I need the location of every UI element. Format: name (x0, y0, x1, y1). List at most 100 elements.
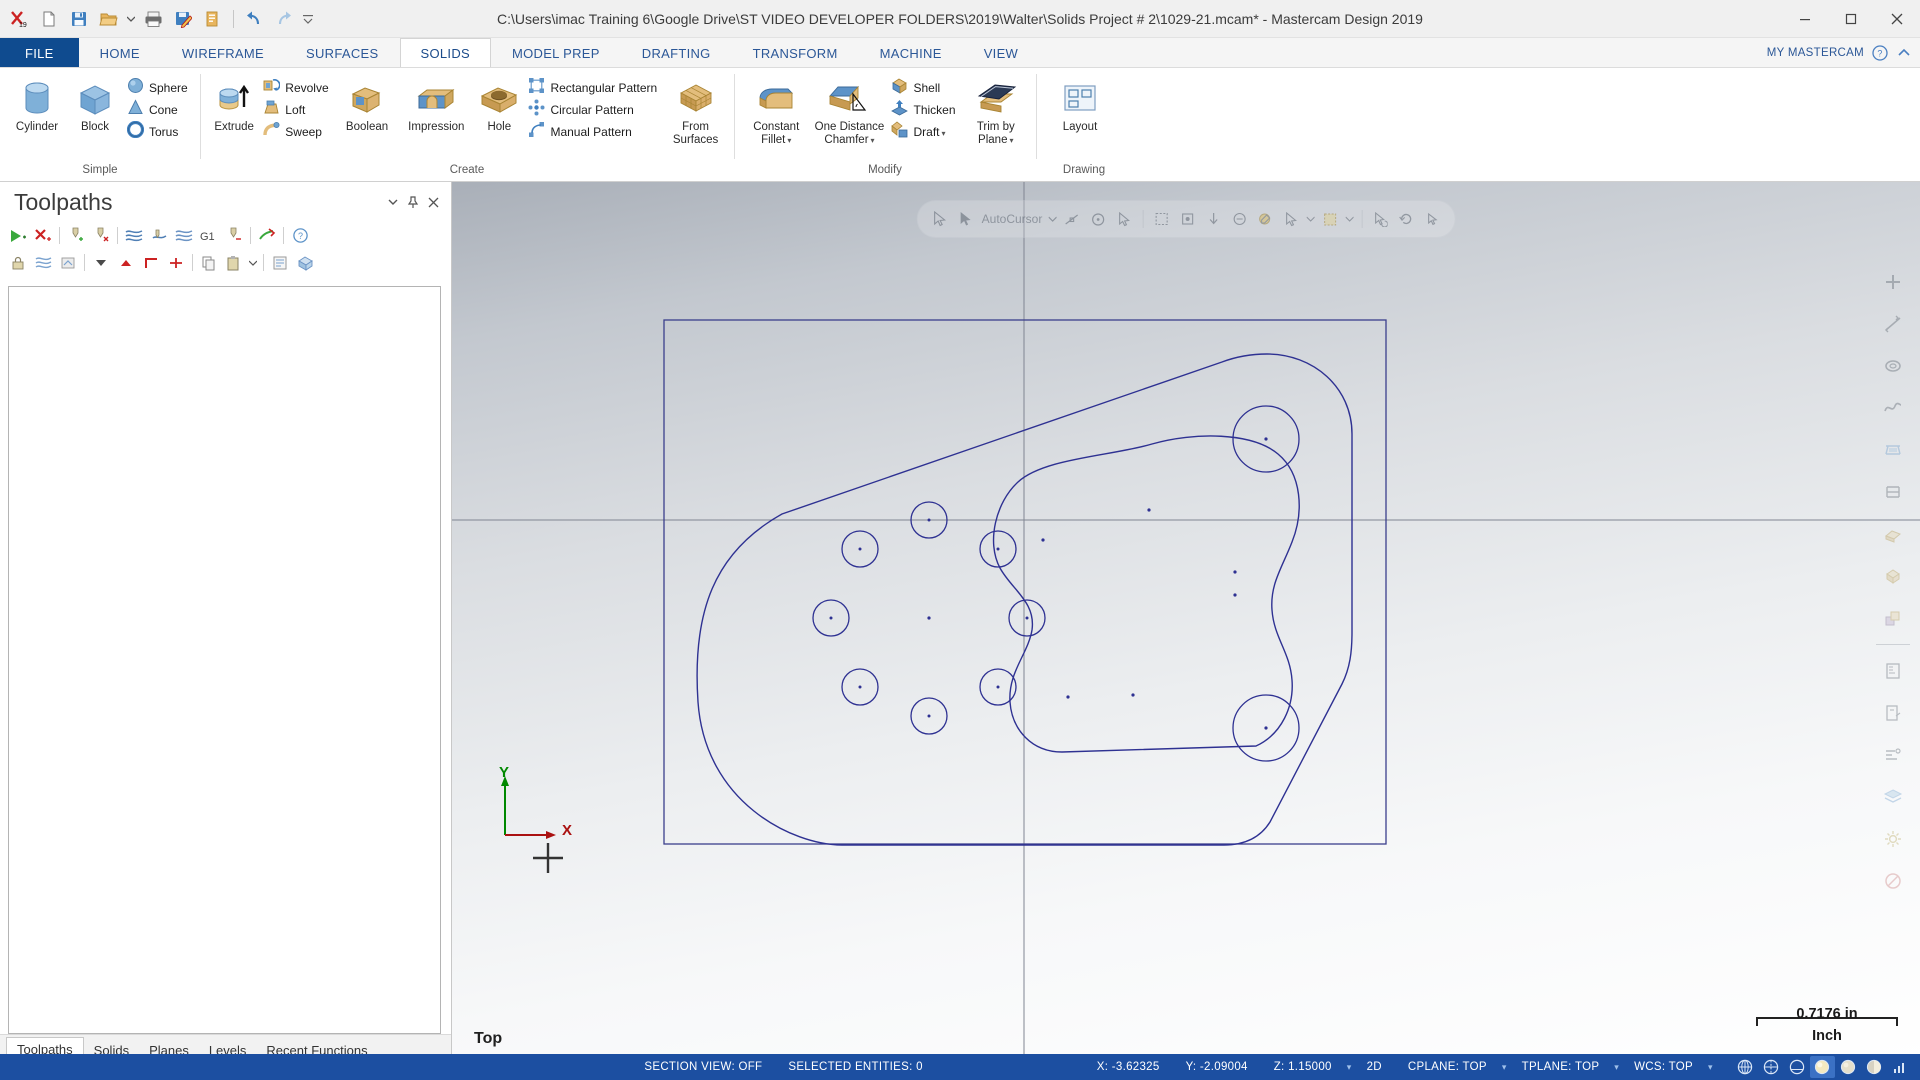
boolean-button[interactable]: Boolean (335, 74, 400, 135)
toggle-tree-icon[interactable] (164, 251, 188, 274)
loft-button[interactable]: Loft (260, 99, 334, 120)
file-properties-icon[interactable] (199, 5, 227, 33)
select-all-icon[interactable] (1149, 207, 1173, 231)
zoom-target-icon[interactable] (1872, 346, 1914, 386)
backplot-icon[interactable] (122, 224, 146, 247)
plane-manager-icon[interactable] (1872, 693, 1914, 733)
window-dropdown-icon[interactable] (1344, 207, 1355, 231)
select-highlight-icon[interactable] (1253, 207, 1277, 231)
display-options-icon[interactable] (1887, 1056, 1913, 1078)
my-mastercam-label[interactable]: MY MASTERCAM (1767, 47, 1864, 59)
analyze-icon[interactable] (1394, 207, 1418, 231)
pin-icon[interactable] (403, 192, 423, 212)
extrude-button[interactable]: Extrude (208, 74, 260, 135)
close-icon[interactable] (423, 192, 443, 212)
sphere-button[interactable]: Sphere (124, 77, 194, 98)
print-icon[interactable] (139, 5, 167, 33)
constant-fillet-button[interactable]: Constant Fillet ▾ (742, 74, 811, 149)
stock-setup-icon[interactable] (293, 251, 317, 274)
toolpath-display-icon[interactable] (255, 224, 279, 247)
help-icon[interactable]: ? (288, 224, 312, 247)
from-surfaces-button[interactable]: From Surfaces (663, 74, 728, 148)
high-speed-icon[interactable] (222, 224, 246, 247)
paste-icon[interactable] (222, 251, 246, 274)
tab-home[interactable]: HOME (79, 38, 161, 67)
select-all-invalid-operations-icon[interactable] (31, 224, 55, 247)
panel-menu-icon[interactable] (383, 192, 403, 212)
hidden-lines-icon[interactable] (1758, 1056, 1784, 1078)
toggle-display-icon[interactable] (56, 251, 80, 274)
ribbon-options-icon[interactable] (1896, 45, 1912, 61)
toggle-posting-icon[interactable] (31, 251, 55, 274)
attributes-icon[interactable] (1872, 735, 1914, 775)
simulate-icon[interactable] (172, 224, 196, 247)
isometric-view-icon[interactable] (1872, 472, 1914, 512)
help-icon[interactable]: ? (1872, 45, 1888, 61)
shaded-wireframe-icon[interactable] (1872, 430, 1914, 470)
dynamic-rotate-icon[interactable] (1872, 388, 1914, 428)
tab-wireframe[interactable]: WIREFRAME (161, 38, 285, 67)
top-view-icon[interactable] (1872, 514, 1914, 554)
undo-icon[interactable] (240, 5, 268, 33)
layers-icon[interactable] (1872, 777, 1914, 817)
tab-transform[interactable]: TRANSFORM (732, 38, 859, 67)
regenerate-selected-icon[interactable] (64, 224, 88, 247)
one-distance-chamfer-button[interactable]: One Distance Chamfer ▾ (811, 74, 889, 149)
wireframe-icon[interactable] (1872, 598, 1914, 638)
tplane-status[interactable]: TPLANE: TOP (1509, 1061, 1613, 1073)
tab-surfaces[interactable]: SURFACES (285, 38, 399, 67)
blank-entity-icon[interactable] (1872, 861, 1914, 901)
cursor-position-icon[interactable] (928, 207, 952, 231)
snap-midpoint-icon[interactable] (1060, 207, 1084, 231)
customize-qat-icon[interactable] (300, 5, 316, 33)
snap-endpoint-icon[interactable] (1112, 207, 1136, 231)
open-folder-icon[interactable] (95, 5, 123, 33)
draft-button[interactable]: Draft ▾ (888, 120, 961, 142)
select-only-icon[interactable] (1175, 207, 1199, 231)
select-all-operations-icon[interactable] (6, 224, 30, 247)
verify-icon[interactable] (147, 224, 171, 247)
layout-button[interactable]: Layout (1044, 74, 1116, 135)
shaded-wireframe-icon[interactable] (1809, 1056, 1836, 1078)
front-view-icon[interactable] (1872, 556, 1914, 596)
circular-pattern-button[interactable]: Circular Pattern (525, 99, 663, 120)
cone-button[interactable]: Cone (124, 98, 194, 120)
autocursor-dropdown-icon[interactable] (1046, 207, 1058, 231)
toolpath-operations-tree[interactable] (8, 286, 441, 1034)
level-manager-icon[interactable] (1872, 651, 1914, 691)
close-button[interactable] (1874, 1, 1920, 37)
block-button[interactable]: Block (66, 74, 124, 135)
tab-file[interactable]: FILE (0, 38, 79, 67)
mode-2d-3d-toggle[interactable]: 2D (1354, 1061, 1395, 1073)
fit-icon[interactable] (1872, 262, 1914, 302)
move-down-icon[interactable] (89, 251, 113, 274)
revolve-button[interactable]: Revolve (260, 77, 334, 98)
tab-machine[interactable]: MACHINE (859, 38, 963, 67)
manual-pattern-button[interactable]: Manual Pattern (525, 121, 663, 142)
redo-icon[interactable] (270, 5, 298, 33)
cplane-dropdown-icon[interactable]: ▾ (1500, 1062, 1509, 1073)
thicken-button[interactable]: Thicken (888, 99, 961, 120)
undo-select-icon[interactable] (1368, 207, 1392, 231)
tab-model-prep[interactable]: MODEL PREP (491, 38, 621, 67)
regenerate-invalid-icon[interactable] (89, 224, 113, 247)
setup-sheet-icon[interactable] (268, 251, 292, 274)
selection-dropdown-icon[interactable] (1305, 207, 1316, 231)
impression-button[interactable]: Impression (399, 74, 473, 135)
sweep-button[interactable]: Sweep (260, 121, 334, 142)
select-entity-icon[interactable] (1279, 207, 1303, 231)
tplane-dropdown-icon[interactable]: ▾ (1612, 1062, 1621, 1073)
save-as-icon[interactable] (169, 5, 197, 33)
wcs-dropdown-icon[interactable]: ▾ (1706, 1062, 1715, 1073)
zoom-window-icon[interactable] (1872, 304, 1914, 344)
minimize-button[interactable] (1782, 1, 1828, 37)
move-up-icon[interactable] (114, 251, 138, 274)
select-group-icon[interactable] (1227, 207, 1251, 231)
new-file-icon[interactable] (35, 5, 63, 33)
window-select-icon[interactable] (1318, 207, 1342, 231)
paste-dropdown-icon[interactable] (247, 251, 259, 274)
shaded-only-icon[interactable] (1784, 1056, 1810, 1078)
wireframe-shading-icon[interactable] (1733, 1056, 1759, 1078)
open-dropdown-icon[interactable] (125, 5, 137, 33)
shell-button[interactable]: Shell (888, 77, 961, 98)
